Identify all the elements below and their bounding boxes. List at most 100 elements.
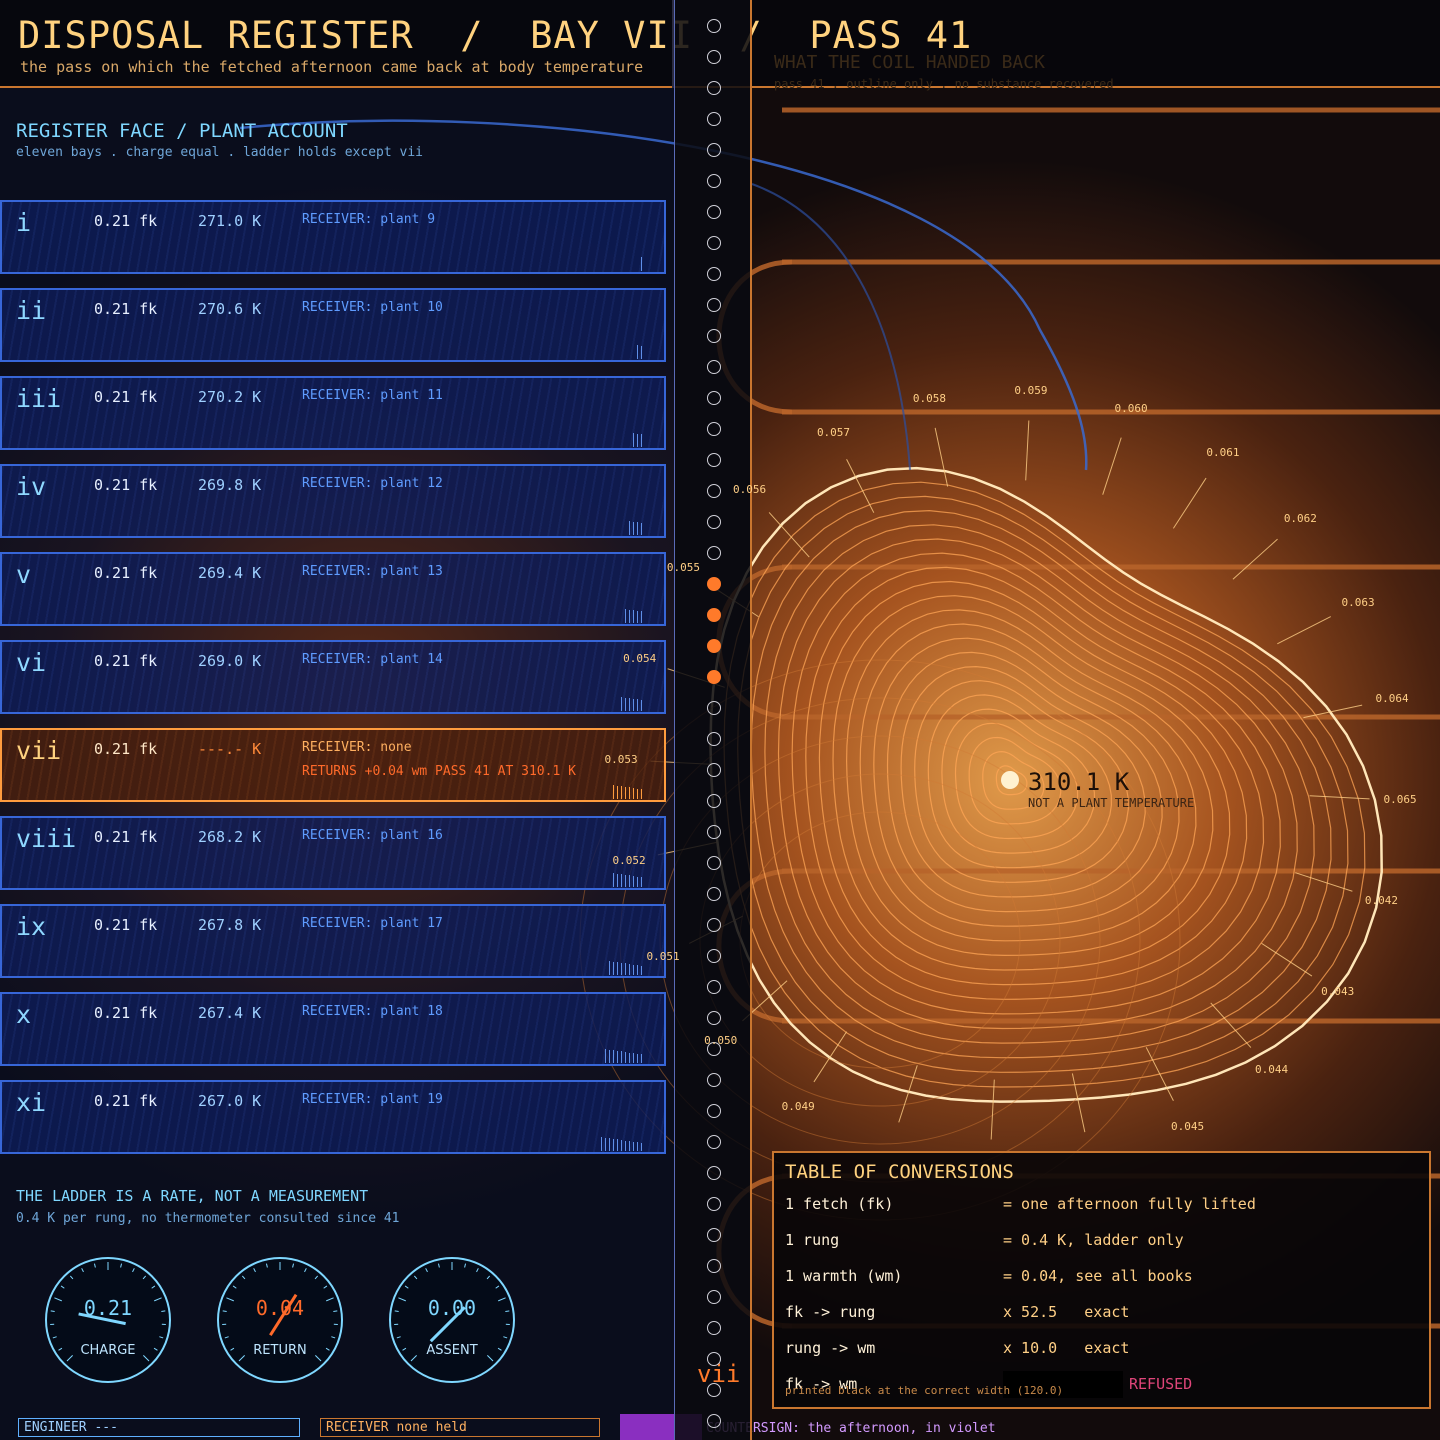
refused-stamp: REFUSED xyxy=(1129,1375,1193,1393)
sprocket-hole xyxy=(707,763,721,777)
bay-ticks xyxy=(630,428,642,447)
sprocket-hole xyxy=(707,1073,721,1087)
ladder-title: THE LADDER IS A RATE, NOT A MEASUREMENT xyxy=(16,1187,369,1205)
dial-return: 0.04 RETURN xyxy=(216,1256,344,1384)
conversion-key: rung -> wm xyxy=(785,1339,876,1357)
bay-receiver: RECEIVER: none xyxy=(302,740,412,755)
bay-numeral: vi xyxy=(16,648,47,677)
bay-charge: 0.21 fk xyxy=(94,740,158,758)
conversion-row: fk -> rung x 52.5 exact xyxy=(785,1303,1129,1321)
bay-returns: RETURNS +0.04 wm PASS 41 AT 310.1 K xyxy=(302,764,576,779)
sprocket-hole xyxy=(707,267,721,281)
sprocket-hole xyxy=(707,112,721,126)
bay-row-x[interactable]: x 0.21 fk 267.4 K RECEIVER: plant 18 xyxy=(0,992,666,1066)
peak-value: 310.1 K xyxy=(1028,768,1130,796)
sprocket-hole xyxy=(707,329,721,343)
bay-charge: 0.21 fk xyxy=(94,564,158,582)
bay-temperature: 267.4 K xyxy=(198,1004,262,1022)
bay-receiver: RECEIVER: plant 18 xyxy=(302,1004,443,1019)
sprocket-hole xyxy=(707,1135,721,1149)
bay-row-v[interactable]: v 0.21 fk 269.4 K RECEIVER: plant 13 xyxy=(0,552,666,626)
bay-row-ii[interactable]: ii 0.21 fk 270.6 K RECEIVER: plant 10 xyxy=(0,288,666,362)
bay-receiver: RECEIVER: plant 14 xyxy=(302,652,443,667)
sprocket-hole xyxy=(707,143,721,157)
sprocket-hole xyxy=(707,639,721,653)
conversion-key: 1 warmth (wm) xyxy=(785,1267,903,1285)
bay-receiver: RECEIVER: plant 12 xyxy=(302,476,443,491)
radial-label: 0.053 xyxy=(604,752,638,766)
sprocket-hole xyxy=(707,825,721,839)
bay-numeral: v xyxy=(16,560,32,589)
bay-temperature: 270.2 K xyxy=(198,388,262,406)
radial-label: 0.057 xyxy=(816,425,851,439)
ladder-subtitle: 0.4 K per rung, no thermometer consulted… xyxy=(16,1211,400,1226)
radial-label: 0.055 xyxy=(666,560,701,574)
conversion-value: = 0.04, see all books xyxy=(1003,1267,1193,1285)
radial-label: 0.058 xyxy=(912,391,947,405)
bay-row-iv[interactable]: iv 0.21 fk 269.8 K RECEIVER: plant 12 xyxy=(0,464,666,538)
sprocket-hole xyxy=(707,1197,721,1211)
radial-label: 0.043 xyxy=(1321,985,1355,999)
bay-charge: 0.21 fk xyxy=(94,828,158,846)
bay-row-ix[interactable]: ix 0.21 fk 267.8 K RECEIVER: plant 17 xyxy=(0,904,666,978)
bay-charge: 0.21 fk xyxy=(94,916,158,934)
conversion-title: TABLE OF CONVERSIONS xyxy=(785,1161,1014,1183)
radial-label: 0.064 xyxy=(1375,691,1409,705)
bay-row-xi[interactable]: xi 0.21 fk 267.0 K RECEIVER: plant 19 xyxy=(0,1080,666,1154)
bay-numeral: ix xyxy=(16,912,47,941)
engineer-field[interactable]: ENGINEER --- xyxy=(18,1418,300,1437)
sprocket-hole xyxy=(707,701,721,715)
sprocket-hole xyxy=(707,1259,721,1273)
bay-temperature: 268.2 K xyxy=(198,828,262,846)
receiver-field[interactable]: RECEIVER none held xyxy=(320,1418,600,1437)
sprocket-hole xyxy=(707,391,721,405)
dial-value: 0.04 xyxy=(255,1296,305,1320)
bay-numeral: viii xyxy=(16,824,77,853)
sprocket-hole xyxy=(707,422,721,436)
bay-temperature: 270.6 K xyxy=(198,300,262,318)
sprocket-hole xyxy=(707,19,721,33)
sprocket-hole xyxy=(707,732,721,746)
conversion-row: 1 fetch (fk) = one afternoon fully lifted xyxy=(785,1195,1256,1213)
radial-label: 0.044 xyxy=(1254,1062,1289,1076)
dial-charge: 0.21 CHARGE xyxy=(44,1256,172,1384)
sprocket-hole xyxy=(707,1321,721,1335)
sprocket-hole xyxy=(707,174,721,188)
radial-label: 0.061 xyxy=(1206,445,1240,459)
sprocket-hole xyxy=(707,515,721,529)
bay-row-vii[interactable]: vii 0.21 fk ---.- K RECEIVER: none RETURNS +… xyxy=(0,728,666,802)
register-title: REGISTER FACE / PLANT ACCOUNT xyxy=(16,120,348,142)
bay-ticks xyxy=(610,868,642,887)
dial-label: ASSENT xyxy=(426,1343,478,1358)
page-subtitle: the pass on which the fetched afternoon … xyxy=(20,58,644,76)
bay-numeral: xi xyxy=(16,1088,47,1117)
bay-ticks xyxy=(638,252,642,271)
bay-numeral: ii xyxy=(16,296,47,325)
dial-label: RETURN xyxy=(253,1343,307,1358)
bay-numeral: iii xyxy=(16,384,62,413)
redaction-note: printed black at the correct width (120.… xyxy=(785,1384,1064,1397)
sprocket-hole xyxy=(707,546,721,560)
bay-charge: 0.21 fk xyxy=(94,1004,158,1022)
bay-temperature: 267.0 K xyxy=(198,1092,262,1110)
bay-ticks xyxy=(618,692,642,711)
bay-receiver: RECEIVER: plant 10 xyxy=(302,300,443,315)
sprocket-hole xyxy=(707,360,721,374)
sprocket-hole xyxy=(707,577,721,591)
bay-charge: 0.21 fk xyxy=(94,1092,158,1110)
sprocket-hole xyxy=(707,670,721,684)
bay-ticks xyxy=(606,956,642,975)
bay-receiver: RECEIVER: plant 17 xyxy=(302,916,443,931)
sprocket-hole xyxy=(707,608,721,622)
sprocket-hole xyxy=(707,453,721,467)
dial-value: 0.00 xyxy=(427,1296,477,1320)
bay-ticks xyxy=(626,516,642,535)
bay-row-vi[interactable]: vi 0.21 fk 269.0 K RECEIVER: plant 14 xyxy=(0,640,666,714)
radial-label: 0.063 xyxy=(1341,595,1375,609)
bay-row-viii[interactable]: viii 0.21 fk 268.2 K RECEIVER: plant 16 xyxy=(0,816,666,890)
bay-row-i[interactable]: i 0.21 fk 271.0 K RECEIVER: plant 9 xyxy=(0,200,666,274)
sprocket-hole xyxy=(707,980,721,994)
conversion-key: 1 fetch (fk) xyxy=(785,1195,894,1213)
sprocket-hole xyxy=(707,949,721,963)
bay-row-iii[interactable]: iii 0.21 fk 270.2 K RECEIVER: plant 11 xyxy=(0,376,666,450)
